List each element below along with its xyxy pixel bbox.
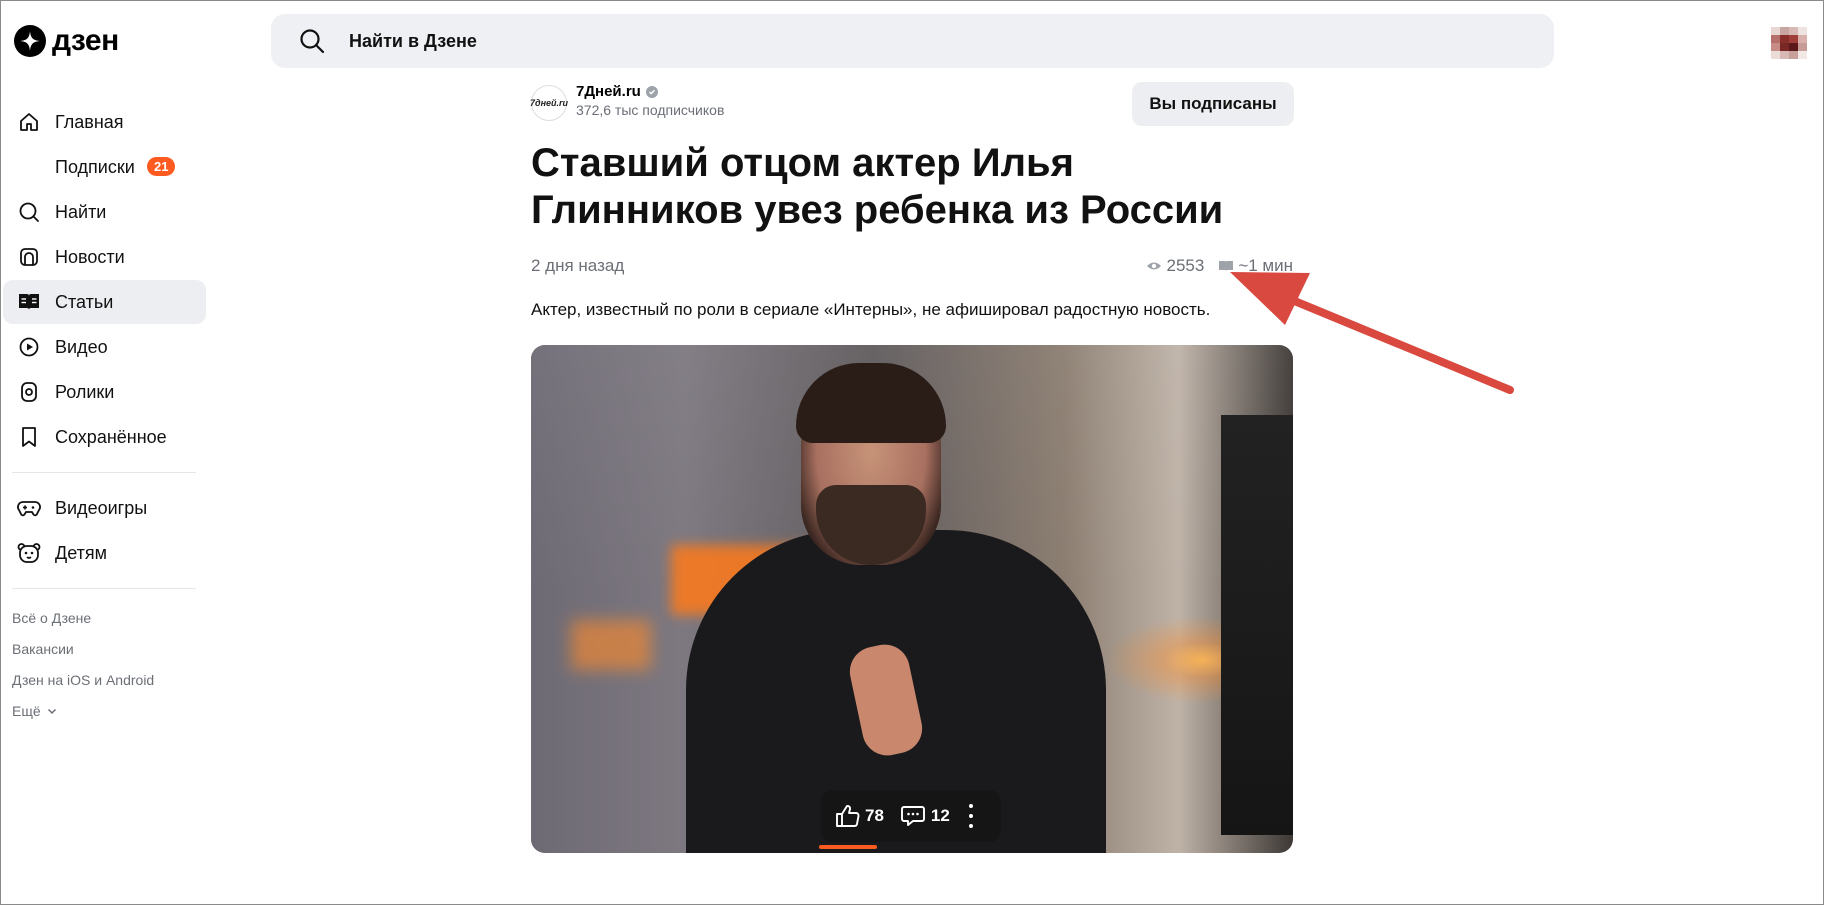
like-button[interactable]: 78 (835, 804, 884, 828)
search-icon (300, 29, 325, 54)
sidebar-footer-links: Всё о Дзене Вакансии Дзен на iOS и Andro… (3, 602, 206, 726)
dzen-logo-icon (14, 25, 46, 57)
article-photo[interactable]: 78 12 (531, 345, 1293, 853)
more-options-icon[interactable] (966, 804, 976, 828)
article-stats: 2553 ~1 мин (1146, 256, 1293, 276)
sidebar-item-saved[interactable]: Сохранённое (3, 415, 206, 459)
sidebar-item-kids[interactable]: Детям (3, 531, 206, 575)
bookmark-icon (17, 425, 41, 449)
footer-link-vacancies[interactable]: Вакансии (12, 633, 206, 664)
read-progress-bar (819, 845, 877, 849)
sidebar-item-label: Видеоигры (55, 497, 148, 518)
sidebar-item-shorts[interactable]: Ролики (3, 370, 206, 414)
photo-window (1221, 415, 1293, 835)
publish-date: 2 дня назад (531, 256, 625, 275)
channel-name[interactable]: 7Дней.ru (576, 83, 658, 100)
search-bar[interactable]: Найти в Дзене (271, 14, 1554, 68)
sidebar-item-video[interactable]: Видео (3, 325, 206, 369)
sidebar-item-articles[interactable]: Статьи (3, 280, 206, 324)
sidebar-item-subscriptions[interactable]: Подписки 21 (3, 145, 206, 189)
read-time-icon (1219, 261, 1234, 271)
eye-icon (1147, 262, 1162, 270)
home-icon (17, 110, 41, 134)
thumbs-up-icon (836, 805, 860, 827)
article-title: Ставший отцом актер Илья Глинников увез … (531, 141, 1224, 232)
article: 7дней.ru 7Дней.ru 372,6 тыс подписчиков … (530, 80, 1294, 853)
footer-link-more[interactable]: Ещё (12, 695, 206, 726)
chevron-down-icon (47, 708, 56, 714)
sidebar-item-home[interactable]: Главная (3, 100, 206, 144)
sidebar: Главная Подписки 21 Найти Новости Статьи… (3, 100, 206, 726)
avatar[interactable] (1771, 27, 1807, 59)
reaction-bar: 78 12 (821, 790, 1001, 842)
sidebar-item-search[interactable]: Найти (3, 190, 206, 234)
search-icon (17, 200, 41, 224)
sidebar-item-label: Сохранённое (55, 426, 167, 447)
footer-link-about[interactable]: Всё о Дзене (12, 602, 206, 633)
sidebar-item-label: Подписки (55, 156, 135, 177)
views-count: 2553 (1166, 256, 1205, 275)
search-input[interactable]: Найти в Дзене (349, 31, 477, 52)
verified-icon (645, 85, 658, 98)
sidebar-item-label: Новости (55, 246, 125, 267)
sidebar-item-label: Статьи (55, 291, 114, 312)
news-icon (17, 245, 41, 269)
shorts-icon (17, 380, 41, 404)
channel-header: 7дней.ru 7Дней.ru 372,6 тыс подписчиков … (530, 80, 1294, 126)
footer-link-more-label: Ещё (12, 702, 41, 719)
photo-light (571, 620, 651, 670)
channel-logo[interactable]: 7дней.ru (530, 85, 568, 121)
article-lead: Актер, известный по роли в сериале «Инте… (531, 300, 1211, 319)
sidebar-item-label: Ролики (55, 381, 115, 402)
likes-count: 78 (865, 806, 884, 825)
sidebar-item-news[interactable]: Новости (3, 235, 206, 279)
sidebar-item-label: Видео (55, 336, 108, 357)
article-meta: 2 дня назад 2553 ~1 мин (531, 252, 1293, 282)
footer-link-apps[interactable]: Дзен на iOS и Android (12, 664, 206, 695)
comments-count: 12 (930, 806, 950, 825)
subscriptions-badge: 21 (147, 157, 176, 176)
sidebar-item-label: Найти (55, 201, 107, 222)
gamepad-icon (17, 496, 41, 520)
channel-name-text: 7Дней.ru (576, 83, 641, 100)
comments-button[interactable]: 12 (900, 804, 950, 828)
kids-icon (17, 541, 41, 565)
subscribed-button[interactable]: Вы подписаны (1132, 82, 1294, 126)
articles-icon (17, 290, 41, 314)
dzen-logo[interactable]: дзен (14, 24, 119, 58)
sidebar-divider (12, 588, 196, 589)
sidebar-divider (12, 472, 196, 473)
channel-subscribers: 372,6 тыс подписчиков (576, 102, 725, 118)
video-icon (17, 335, 41, 359)
sidebar-item-label: Главная (55, 111, 124, 132)
read-time: ~1 мин (1238, 256, 1293, 275)
logo-text: дзен (52, 24, 119, 57)
comment-icon (900, 806, 925, 826)
sidebar-item-videogames[interactable]: Видеоигры (3, 486, 206, 530)
sidebar-item-label: Детям (55, 542, 107, 563)
